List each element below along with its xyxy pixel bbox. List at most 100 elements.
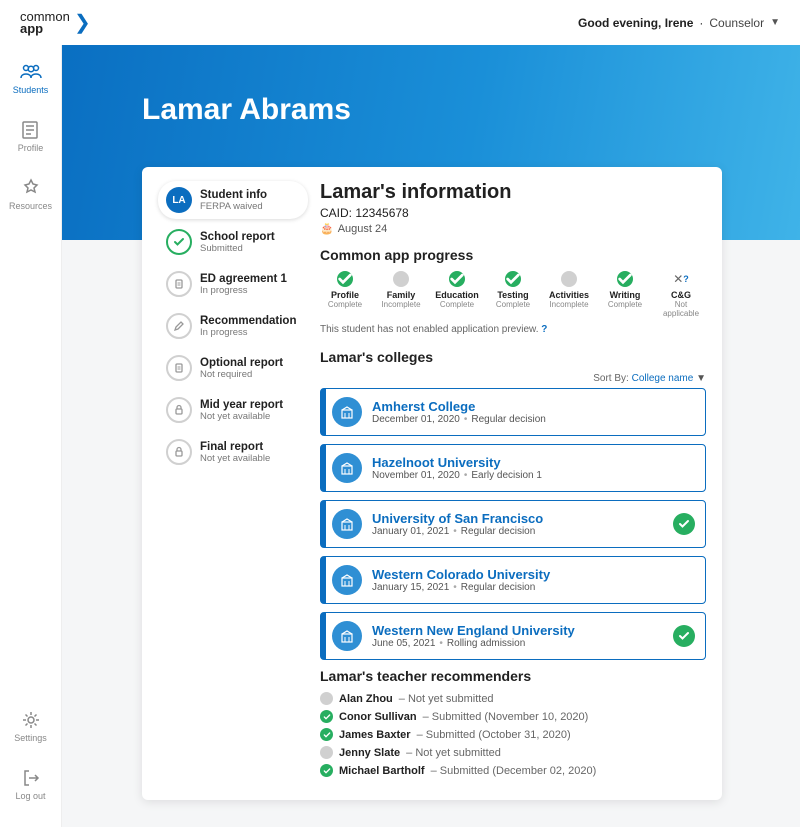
- section-nav-sub: In progress: [200, 285, 287, 296]
- section-nav-sub: Submitted: [200, 243, 275, 254]
- logo[interactable]: commonapp ❮: [20, 10, 91, 35]
- section-nav-title: School report: [200, 231, 275, 243]
- info-title: Lamar's information: [320, 181, 706, 204]
- nav-logout[interactable]: Log out: [15, 769, 45, 801]
- logout-icon: [20, 769, 42, 787]
- colleges-list: Amherst CollegeDecember 01, 2020•Regular…: [320, 388, 706, 660]
- resources-icon: [20, 179, 42, 197]
- top-header: commonapp ❮ Good evening, Irene · Counse…: [0, 0, 800, 45]
- pending-icon: [320, 692, 333, 705]
- progress-status: Incomplete: [376, 300, 426, 309]
- check-icon: [320, 728, 333, 741]
- birthday-row: 🎂 August 24: [320, 222, 706, 235]
- caid-text: CAID: 12345678: [320, 206, 706, 220]
- section-nav-item[interactable]: Final reportNot yet available: [158, 433, 308, 471]
- recommender-name: Conor Sullivan: [339, 711, 417, 723]
- college-name: University of San Francisco: [372, 511, 543, 526]
- sort-control[interactable]: Sort By: College name ▼: [320, 373, 706, 384]
- section-nav-sub: FERPA waived: [200, 201, 267, 212]
- progress-tile: ✕ ?C&GNot applicable: [656, 271, 706, 318]
- section-nav-item[interactable]: ED agreement 1In progress: [158, 265, 308, 303]
- done-badge-icon: [673, 513, 695, 535]
- section-nav-title: Student info: [200, 189, 267, 201]
- college-badge-icon: [332, 621, 362, 651]
- recommender-status: – Submitted (October 31, 2020): [417, 729, 571, 741]
- progress-tile: ActivitiesIncomplete: [544, 271, 594, 318]
- check-icon: [449, 271, 465, 287]
- college-meta: January 15, 2021•Regular decision: [372, 582, 550, 593]
- progress-name: Writing: [600, 290, 650, 300]
- section-nav: LA Student infoFERPA waived School reportS…: [158, 181, 308, 782]
- greeting-text: Good evening, Irene: [578, 16, 693, 30]
- progress-status: Complete: [432, 300, 482, 309]
- progress-status: Complete: [488, 300, 538, 309]
- recommender-name: Jenny Slate: [339, 747, 400, 759]
- college-badge-icon: [332, 565, 362, 595]
- recommender-name: James Baxter: [339, 729, 411, 741]
- recommenders-list: Alan Zhou – Not yet submitted Conor Sulli…: [320, 692, 706, 777]
- college-card[interactable]: Hazelnoot UniversityNovember 01, 2020•Ea…: [320, 444, 706, 492]
- students-icon: [20, 63, 42, 81]
- section-nav-title: Mid year report: [200, 399, 283, 411]
- nav-profile[interactable]: Profile: [18, 121, 44, 153]
- recommenders-heading: Lamar's teacher recommenders: [320, 668, 706, 684]
- college-card[interactable]: Amherst CollegeDecember 01, 2020•Regular…: [320, 388, 706, 436]
- avatar-initials-icon: LA: [166, 187, 192, 213]
- detail-panel: Lamar's information CAID: 12345678 🎂 Aug…: [320, 181, 706, 782]
- college-name: Western New England University: [372, 623, 575, 638]
- nav-students[interactable]: Students: [13, 63, 49, 95]
- colleges-heading: Lamar's colleges: [320, 349, 706, 365]
- nav-resources[interactable]: Resources: [9, 179, 52, 211]
- incomplete-icon: [393, 271, 409, 287]
- document-icon: [166, 355, 192, 381]
- pencil-icon: [166, 313, 192, 339]
- recommender-status: – Not yet submitted: [406, 747, 501, 759]
- section-nav-title: Final report: [200, 441, 270, 453]
- college-card[interactable]: Western New England UniversityJune 05, 2…: [320, 612, 706, 660]
- student-name-heading: Lamar Abrams: [142, 93, 351, 127]
- progress-status: Complete: [320, 300, 370, 309]
- section-nav-item[interactable]: Optional reportNot required: [158, 349, 308, 387]
- recommender-row: Conor Sullivan – Submitted (November 10,…: [320, 710, 706, 723]
- college-badge-icon: [332, 397, 362, 427]
- section-nav-title: Recommendation: [200, 315, 297, 327]
- college-card[interactable]: Western Colorado UniversityJanuary 15, 2…: [320, 556, 706, 604]
- college-meta: January 01, 2021•Regular decision: [372, 526, 543, 537]
- section-nav-item[interactable]: RecommendationIn progress: [158, 307, 308, 345]
- nav-settings[interactable]: Settings: [14, 711, 47, 743]
- section-nav-item[interactable]: LA Student infoFERPA waived: [158, 181, 308, 219]
- logo-text: commonapp: [20, 11, 70, 33]
- chevron-down-icon: ▼: [770, 17, 780, 28]
- lock-icon: [166, 439, 192, 465]
- profile-icon: [19, 121, 41, 139]
- college-card[interactable]: University of San FranciscoJanuary 01, 2…: [320, 500, 706, 548]
- chevron-down-icon: ▼: [696, 373, 706, 384]
- lock-icon: [166, 397, 192, 423]
- na-icon: ✕ ?: [673, 271, 689, 287]
- check-icon: [505, 271, 521, 287]
- progress-tile: WritingComplete: [600, 271, 650, 318]
- section-nav-item[interactable]: Mid year reportNot yet available: [158, 391, 308, 429]
- check-icon: [166, 229, 192, 255]
- logo-arrow-icon: ❮: [74, 10, 91, 35]
- progress-name: Testing: [488, 290, 538, 300]
- student-card: LAStudent infoFERPA waivedSchool reportS…: [142, 167, 722, 800]
- role-text: Counselor: [709, 16, 764, 30]
- recommender-row: Alan Zhou – Not yet submitted: [320, 692, 706, 705]
- recommender-status: – Not yet submitted: [399, 693, 494, 705]
- recommender-name: Alan Zhou: [339, 693, 393, 705]
- progress-name: Family: [376, 290, 426, 300]
- user-menu[interactable]: Good evening, Irene · Counselor ▼: [578, 16, 780, 30]
- section-nav-item[interactable]: School reportSubmitted: [158, 223, 308, 261]
- done-badge-icon: [673, 625, 695, 647]
- help-icon[interactable]: ?: [541, 324, 547, 335]
- pending-icon: [320, 746, 333, 759]
- incomplete-icon: [561, 271, 577, 287]
- college-name: Western Colorado University: [372, 567, 550, 582]
- progress-heading: Common app progress: [320, 247, 706, 263]
- college-name: Hazelnoot University: [372, 455, 542, 470]
- recommender-name: Michael Bartholf: [339, 765, 425, 777]
- progress-tile: ProfileComplete: [320, 271, 370, 318]
- cake-icon: 🎂: [320, 222, 334, 235]
- check-icon: [337, 271, 353, 287]
